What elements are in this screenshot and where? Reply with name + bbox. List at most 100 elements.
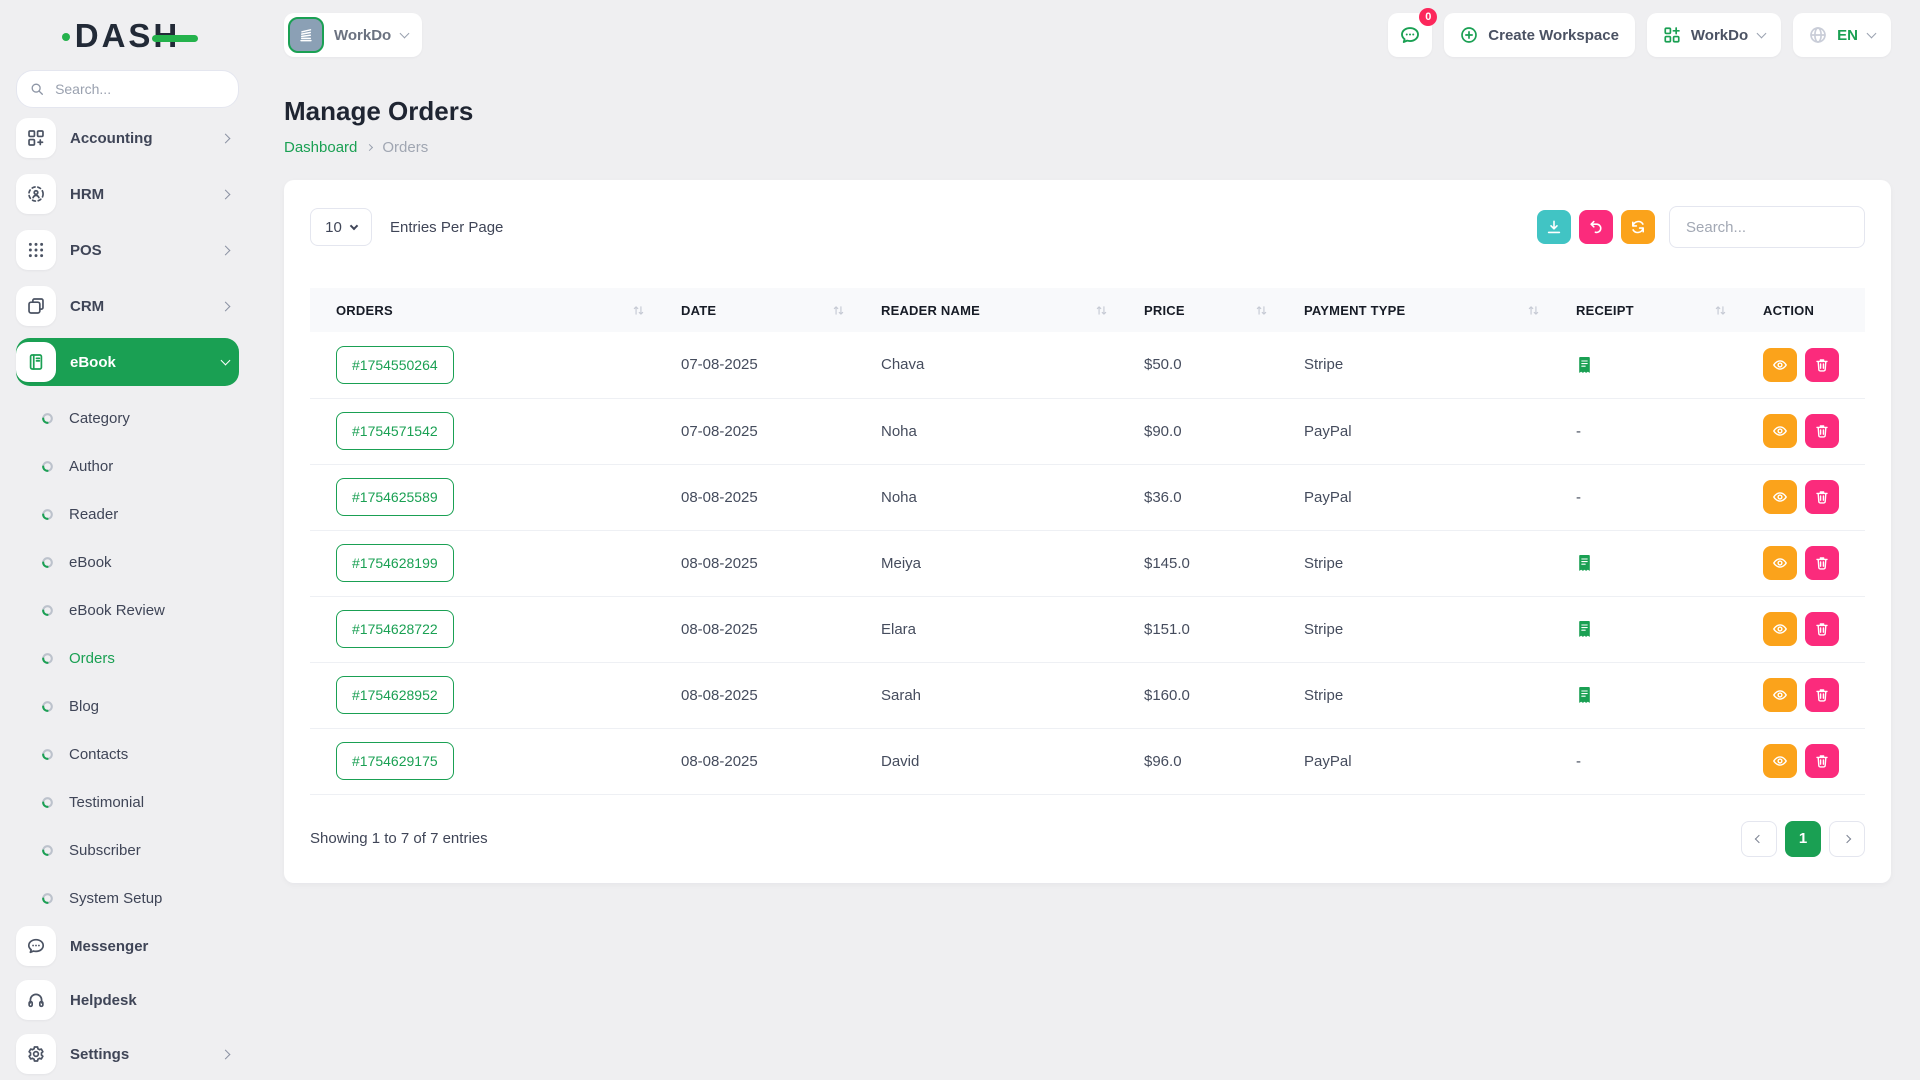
- back-button[interactable]: [1579, 210, 1613, 244]
- column-header-date[interactable]: DATE: [655, 288, 855, 332]
- view-order-button[interactable]: [1763, 678, 1797, 712]
- pagination-next-button[interactable]: [1829, 821, 1865, 857]
- sidebar-item-label: Settings: [70, 1046, 208, 1063]
- sidebar-item-accounting[interactable]: Accounting: [16, 114, 239, 162]
- reader-name: Noha: [881, 423, 917, 440]
- delete-order-button[interactable]: [1805, 414, 1839, 448]
- column-header-price[interactable]: PRICE: [1118, 288, 1278, 332]
- order-id-badge[interactable]: #1754550264: [336, 346, 454, 384]
- order-id-badge[interactable]: #1754628952: [336, 676, 454, 714]
- sort-icon: [832, 304, 845, 317]
- column-header-receipt[interactable]: RECEIPT: [1550, 288, 1737, 332]
- delete-order-button[interactable]: [1805, 480, 1839, 514]
- sidebar-item-label: Messenger: [70, 938, 229, 955]
- sidebar-item-ebook[interactable]: eBook: [16, 338, 239, 386]
- view-order-button[interactable]: [1763, 348, 1797, 382]
- reader-name: David: [881, 753, 919, 770]
- column-header-orders[interactable]: ORDERS: [310, 288, 655, 332]
- sidebar-subitem-orders[interactable]: Orders: [16, 634, 239, 682]
- receipt-link[interactable]: [1576, 686, 1727, 704]
- sidebar-item-label: HRM: [70, 186, 208, 203]
- sidebar-search-input[interactable]: [53, 80, 225, 98]
- sidebar-subitem-category[interactable]: Category: [16, 394, 239, 442]
- pagination-prev-button[interactable]: [1741, 821, 1777, 857]
- sidebar-subitem-author[interactable]: Author: [16, 442, 239, 490]
- pos-icon: [27, 241, 45, 259]
- delete-order-button[interactable]: [1805, 678, 1839, 712]
- order-id-badge[interactable]: #1754571542: [336, 412, 454, 450]
- view-order-button[interactable]: [1763, 414, 1797, 448]
- column-label: READER NAME: [881, 303, 980, 318]
- receipt-icon: [1576, 620, 1593, 638]
- sidebar-subitem-label: Testimonial: [69, 794, 144, 811]
- bullet-icon: [40, 507, 55, 522]
- delete-order-button[interactable]: [1805, 744, 1839, 778]
- pagination-page-1[interactable]: 1: [1785, 821, 1821, 857]
- refresh-button[interactable]: [1621, 210, 1655, 244]
- create-workspace-button[interactable]: Create Workspace: [1444, 13, 1635, 57]
- sidebar-subitem-system-setup[interactable]: System Setup: [16, 874, 239, 922]
- receipt-link[interactable]: [1576, 554, 1727, 572]
- chat-bubble-icon: [1400, 25, 1420, 45]
- sidebar-subitem-testimonial[interactable]: Testimonial: [16, 778, 239, 826]
- breadcrumb-dashboard-link[interactable]: Dashboard: [284, 139, 357, 156]
- messages-button[interactable]: 0: [1388, 13, 1432, 57]
- sidebar-subitem-blog[interactable]: Blog: [16, 682, 239, 730]
- order-date: 07-08-2025: [681, 423, 758, 440]
- delete-order-button[interactable]: [1805, 546, 1839, 580]
- receipt-link[interactable]: [1576, 356, 1727, 374]
- table-row: #175462558908-08-2025Noha$36.0PayPal-: [310, 464, 1865, 530]
- action-cell: [1737, 398, 1865, 464]
- order-id-badge[interactable]: #1754628722: [336, 610, 454, 648]
- sidebar-subitem-ebook-review[interactable]: eBook Review: [16, 586, 239, 634]
- order-id-badge[interactable]: #1754629175: [336, 742, 454, 780]
- order-date-cell: 08-08-2025: [655, 530, 855, 596]
- sidebar-subitem-contacts[interactable]: Contacts: [16, 730, 239, 778]
- workdo-menu-button[interactable]: WorkDo: [1647, 13, 1781, 57]
- bullet-icon: [40, 891, 55, 906]
- sidebar-subitem-subscriber[interactable]: Subscriber: [16, 826, 239, 874]
- language-selector[interactable]: EN: [1793, 13, 1891, 57]
- sidebar-item-settings[interactable]: Settings: [16, 1030, 239, 1078]
- action-cell: [1737, 464, 1865, 530]
- action-cell: [1737, 728, 1865, 794]
- delete-order-button[interactable]: [1805, 348, 1839, 382]
- action-cell: [1737, 332, 1865, 398]
- view-order-button[interactable]: [1763, 744, 1797, 778]
- hrm-icon: [27, 185, 45, 203]
- sidebar-item-messenger[interactable]: Messenger: [16, 922, 239, 970]
- entries-per-page-select[interactable]: 10: [310, 208, 372, 246]
- entries-summary: Showing 1 to 7 of 7 entries: [310, 830, 488, 847]
- bullet-icon: [40, 651, 55, 666]
- payment-type-cell: PayPal: [1278, 728, 1550, 794]
- bullet-icon: [40, 747, 55, 762]
- receipt-link[interactable]: [1576, 620, 1727, 638]
- column-header-payment-type[interactable]: PAYMENT TYPE: [1278, 288, 1550, 332]
- sidebar-item-crm[interactable]: CRM: [16, 282, 239, 330]
- view-order-button[interactable]: [1763, 546, 1797, 580]
- order-date-cell: 08-08-2025: [655, 464, 855, 530]
- order-id-badge[interactable]: #1754628199: [336, 544, 454, 582]
- table-search-input[interactable]: [1669, 206, 1865, 248]
- table-footer: Showing 1 to 7 of 7 entries 1: [310, 821, 1865, 857]
- sidebar-item-helpdesk[interactable]: Helpdesk: [16, 976, 239, 1024]
- column-header-reader-name[interactable]: READER NAME: [855, 288, 1118, 332]
- sidebar-item-label: CRM: [70, 298, 208, 315]
- view-order-button[interactable]: [1763, 612, 1797, 646]
- icon-box: [16, 1034, 56, 1074]
- delete-order-button[interactable]: [1805, 612, 1839, 646]
- orders-table-body: #175455026407-08-2025Chava$50.0Stripe#17…: [310, 332, 1865, 794]
- sidebar-subitem-reader[interactable]: Reader: [16, 490, 239, 538]
- order-date: 07-08-2025: [681, 356, 758, 373]
- view-order-button[interactable]: [1763, 480, 1797, 514]
- sidebar-item-hrm[interactable]: HRM: [16, 170, 239, 218]
- sidebar-subitem-ebook[interactable]: eBook: [16, 538, 239, 586]
- sidebar: DASH AccountingHRMPOSCRMeBookCategoryAut…: [0, 0, 255, 1080]
- chevron-down-icon: [221, 356, 231, 366]
- workspace-switcher[interactable]: WorkDo: [284, 13, 422, 57]
- order-id-badge[interactable]: #1754625589: [336, 478, 454, 516]
- page-title: Manage Orders: [284, 96, 1891, 127]
- export-button[interactable]: [1537, 210, 1571, 244]
- bullet-icon: [40, 555, 55, 570]
- sidebar-item-pos[interactable]: POS: [16, 226, 239, 274]
